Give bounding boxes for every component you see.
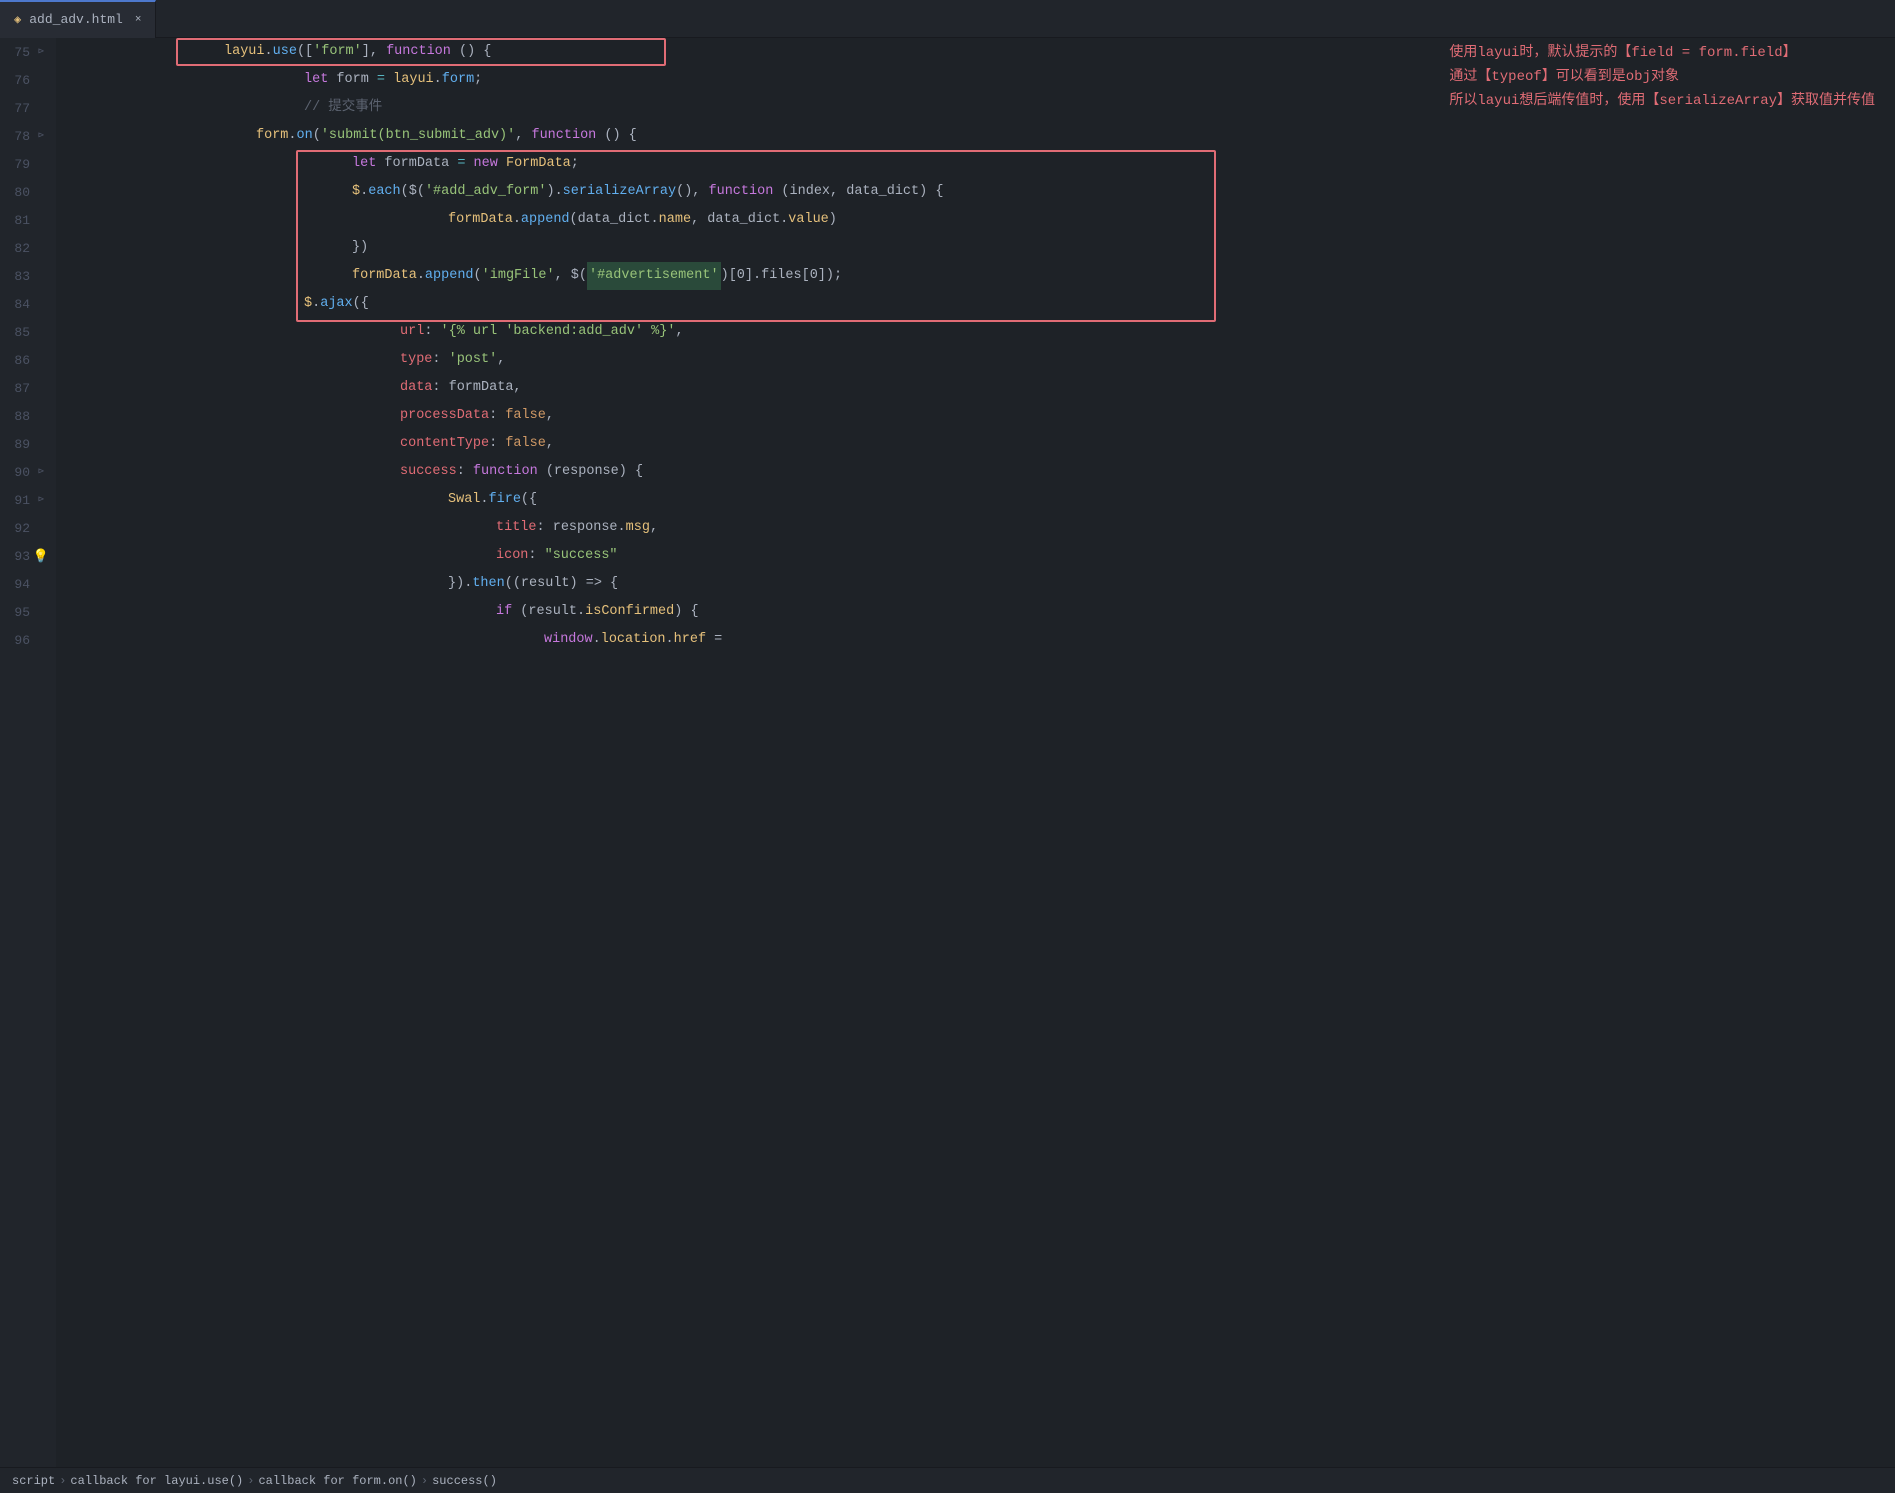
gutter-row-79: 79 (0, 150, 56, 178)
code-line-84: $.ajax({ (64, 290, 1895, 318)
gutter-88 (34, 409, 48, 423)
gutter-85 (34, 325, 48, 339)
gutter-95 (34, 605, 48, 619)
gutter-81 (34, 213, 48, 227)
comment-line-1: 使用layui时，默认提示的【field = form.field】 (1449, 42, 1875, 66)
code-line-83: formData.append('imgFile', $('#advertise… (64, 262, 1895, 290)
gutter-row-92: 92 (0, 514, 56, 542)
code-line-94: }).then((result) => { (64, 570, 1895, 598)
gutter-row-87: 87 (0, 374, 56, 402)
gutter-77 (34, 101, 48, 115)
line-numbers: 75 ⊳ 76 77 78 ⊳ (0, 38, 56, 1467)
comment-line-2: 通过【typeof】可以看到是obj对象 (1449, 66, 1875, 90)
code-line-79: let formData = new FormData; (64, 150, 1895, 178)
gutter-86 (34, 353, 48, 367)
code-line-95: if (result.isConfirmed) { (64, 598, 1895, 626)
code-line-92: title: response.msg, (64, 514, 1895, 542)
code-line-78: form.on('submit(btn_submit_adv)', functi… (64, 122, 1895, 150)
code-area: 75 ⊳ 76 77 78 ⊳ (0, 38, 1895, 1467)
gutter-row-84: 84 (0, 290, 56, 318)
gutter-row-82: 82 (0, 234, 56, 262)
gutter-83 (34, 269, 48, 283)
gutter-row-95: 95 (0, 598, 56, 626)
gutter-row-96: 96 (0, 626, 56, 654)
code-line-80: $.each($('#add_adv_form').serializeArray… (64, 178, 1895, 206)
comment-panel: 使用layui时，默认提示的【field = form.field】 通过【ty… (1449, 42, 1875, 113)
code-line-87: data: formData, (64, 374, 1895, 402)
gutter-row-75: 75 ⊳ (0, 38, 56, 66)
fold-icon-90[interactable]: ⊳ (34, 465, 48, 479)
gutter-87 (34, 381, 48, 395)
gutter-row-85: 85 (0, 318, 56, 346)
code-line-88: processData: false, (64, 402, 1895, 430)
gutter-96 (34, 633, 48, 647)
gutter-92 (34, 521, 48, 535)
gutter-row-86: 86 (0, 346, 56, 374)
code-line-82: }) (64, 234, 1895, 262)
file-icon: ◈ (14, 12, 21, 27)
gutter-row-77: 77 (0, 94, 56, 122)
tab-bar: ◈ add_adv.html × (0, 0, 1895, 38)
gutter-82 (34, 241, 48, 255)
gutter-row-94: 94 (0, 570, 56, 598)
gutter-80 (34, 185, 48, 199)
code-line-89: contentType: false, (64, 430, 1895, 458)
editor-wrapper: 75 ⊳ 76 77 78 ⊳ (0, 38, 1895, 1493)
code-line-91: Swal.fire({ (64, 486, 1895, 514)
tab-filename: add_adv.html (29, 12, 123, 27)
gutter-94 (34, 577, 48, 591)
status-form-on: callback for form.on() (258, 1474, 416, 1488)
fold-icon-78[interactable]: ⊳ (34, 129, 48, 143)
code-line-85: url: '{% url 'backend:add_adv' %}', (64, 318, 1895, 346)
gutter-row-90: 90 ⊳ (0, 458, 56, 486)
code-line-96: window.location.href = (64, 626, 1895, 654)
code-line-93: icon: "success" (64, 542, 1895, 570)
gutter-89 (34, 437, 48, 451)
gutter-84 (34, 297, 48, 311)
code-line-90: success: function (response) { (64, 458, 1895, 486)
code-line-81: formData.append(data_dict.name, data_dic… (64, 206, 1895, 234)
code-content[interactable]: layui.use(['form'], function () { let fo… (56, 38, 1895, 1467)
gutter-row-93: 93 💡 (0, 542, 56, 570)
status-script: script (12, 1474, 55, 1488)
active-tab[interactable]: ◈ add_adv.html × (0, 0, 156, 38)
comment-line-3: 所以layui想后端传值时，使用【serializeArray】获取值并传值 (1449, 90, 1875, 114)
gutter-row-83: 83 (0, 262, 56, 290)
gutter-row-76: 76 (0, 66, 56, 94)
fold-icon-75[interactable]: ⊳ (34, 45, 48, 59)
bulb-icon-93[interactable]: 💡 (34, 549, 48, 563)
fold-icon-91[interactable]: ⊳ (34, 493, 48, 507)
gutter-row-89: 89 (0, 430, 56, 458)
gutter-row-80: 80 (0, 178, 56, 206)
gutter-76 (34, 73, 48, 87)
gutter-row-78: 78 ⊳ (0, 122, 56, 150)
gutter-row-88: 88 (0, 402, 56, 430)
status-layui-use: callback for layui.use() (70, 1474, 243, 1488)
close-tab-button[interactable]: × (135, 14, 142, 26)
gutter-row-91: 91 ⊳ (0, 486, 56, 514)
gutter-79 (34, 157, 48, 171)
status-bar: script › callback for layui.use() › call… (0, 1467, 1895, 1493)
status-success: success() (432, 1474, 497, 1488)
code-line-86: type: 'post', (64, 346, 1895, 374)
gutter-row-81: 81 (0, 206, 56, 234)
editor: 75 ⊳ 76 77 78 ⊳ (0, 38, 1895, 1467)
